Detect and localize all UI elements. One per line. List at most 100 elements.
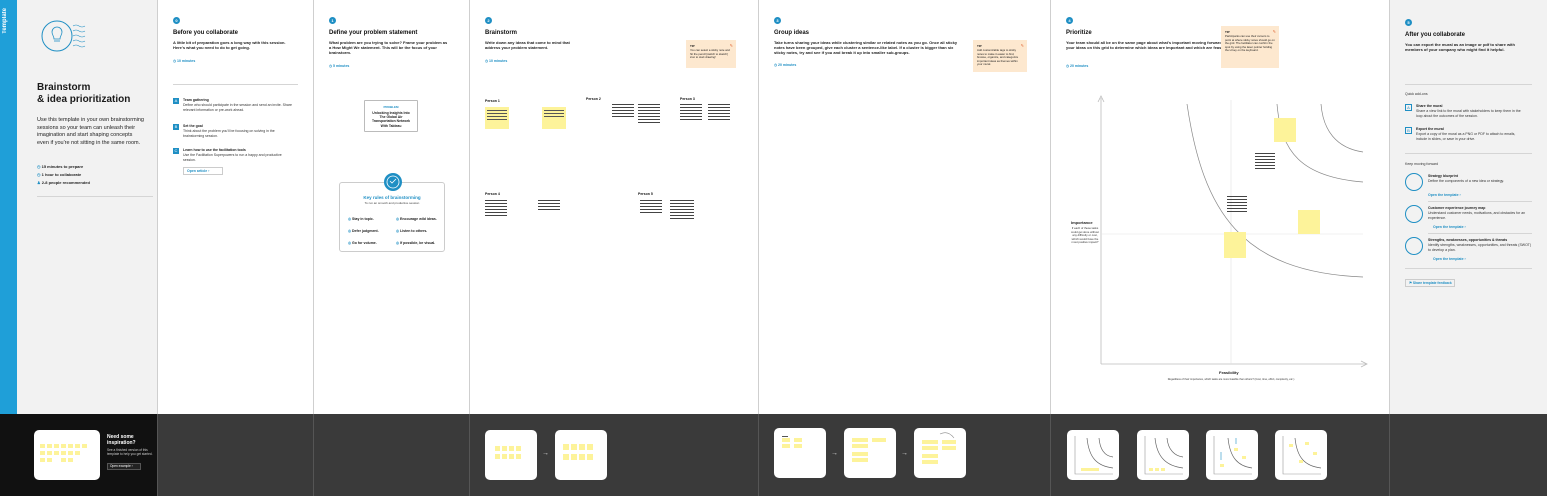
addon-a-badge: A	[1405, 104, 1412, 111]
open-template-link-1[interactable]: Open the template ›	[1428, 193, 1461, 197]
sticky-note[interactable]	[542, 107, 566, 129]
step-c-title: Learn how to use the facilitation tools	[183, 148, 246, 152]
rule-item: ◎ Defer judgment.	[348, 225, 379, 237]
idea-text	[612, 104, 634, 119]
step-a-text: Define who should participate in the ses…	[183, 103, 292, 112]
rule-item: ◎ If possible, be visual.	[396, 237, 437, 249]
intro-frame[interactable]: Brainstorm & idea prioritization Use thi…	[17, 0, 158, 414]
tip-note[interactable]: TIP Add customizable tags to sticky note…	[973, 40, 1027, 72]
prioritize-frame[interactable]: 4 Prioritize Your team should all be on …	[1051, 0, 1390, 414]
addon-b-badge: B	[1405, 127, 1412, 134]
rule-text: Go for volume.	[352, 241, 377, 245]
rule-text: Stay in topic.	[352, 217, 374, 221]
step-number: 0	[173, 17, 180, 24]
brainstorm-thumb-1	[485, 430, 537, 480]
person-label: Person 1	[485, 99, 500, 103]
template-strip: Template	[0, 0, 17, 414]
open-example-button[interactable]: Open example ›	[107, 463, 141, 470]
rule-item: ◎ Go for volume.	[348, 237, 379, 249]
problem-statement-card[interactable]: PROBLEM Unlocking Insights Into The Glob…	[364, 100, 418, 132]
tip-text: Add customizable tags to sticky notes to…	[977, 48, 1019, 66]
time-estimate: ◷ 10 minutes	[173, 59, 195, 63]
group-thumb-2	[844, 428, 896, 478]
open-article-label: Open article	[187, 169, 208, 173]
frame-description: Take turns sharing your ideas while clus…	[774, 40, 958, 55]
x-axis-label: Feasibility	[1219, 370, 1239, 375]
idea-text	[538, 200, 560, 212]
rule-text: Listen to others.	[400, 229, 428, 233]
arrow-right-icon: →	[901, 450, 908, 457]
open-template-label: Open the template	[1428, 193, 1459, 197]
define-frame[interactable]: 1 Define your problem statement What pro…	[314, 0, 470, 414]
step-c-badge: C	[173, 148, 179, 154]
pencil-icon: ✎	[729, 43, 733, 48]
rule-text: If possible, be visual.	[400, 241, 436, 245]
lightbulb-icon	[37, 18, 87, 54]
prioritize-thumb-1	[1067, 430, 1119, 480]
open-template-label: Open the template	[1433, 225, 1464, 229]
share-feedback-label: Share template feedback	[1412, 281, 1452, 285]
tip-note[interactable]: TIP Participants can use their cursors t…	[1221, 26, 1279, 68]
after-frame[interactable]: 5 After you collaborate You can export t…	[1390, 0, 1547, 414]
before-bottom	[158, 414, 314, 496]
priority-grid[interactable]	[1091, 92, 1371, 382]
open-template-link-3[interactable]: Open the template ›	[1433, 257, 1466, 261]
problem-card-text: Unlocking Insights Into The Global Air T…	[371, 111, 411, 128]
thumb-stickies	[40, 444, 94, 468]
step-number: 1	[329, 17, 336, 24]
step-number: 4	[1066, 17, 1073, 24]
sticky-note[interactable]	[485, 107, 509, 129]
time-estimate: ◷ 20 minutes	[1066, 64, 1088, 68]
frame-title: After you collaborate	[1405, 32, 1466, 38]
frame-title: Group ideas	[774, 30, 810, 36]
frame-title: Before you collaborate	[173, 30, 239, 36]
mural-board: Template Brainstorm & idea prioritizatio…	[0, 0, 1547, 496]
meta-people: ♟ 2-8 people recommended	[37, 179, 90, 187]
divider	[1428, 201, 1532, 202]
rules-list-left: ◎ Stay in topic. ◎ Defer judgment. ◎ Go …	[348, 213, 379, 249]
addon-b-title: Export the mural	[1416, 127, 1444, 131]
open-article-button[interactable]: Open article ›	[183, 167, 223, 175]
idea-text	[485, 200, 507, 218]
arrow-right-icon: →	[831, 450, 838, 457]
open-template-link-2[interactable]: Open the template ›	[1433, 225, 1466, 229]
time-text: 10 minutes	[177, 59, 196, 63]
template-1-text: Define the components of a new idea or s…	[1428, 179, 1505, 183]
promo-title: Need some inspiration?	[107, 434, 136, 446]
prioritize-thumb-3	[1206, 430, 1258, 480]
tip-note[interactable]: TIP You can select a sticky note and hit…	[686, 40, 736, 68]
arrow-right-icon: ›	[131, 464, 133, 468]
divider	[173, 84, 298, 85]
step-a-badge: A	[173, 98, 179, 104]
meta-prepare-text: 15 minutes to prepare	[41, 164, 84, 169]
share-feedback-button[interactable]: ⚑ Share template feedback	[1405, 279, 1455, 287]
step-b-badge: B	[173, 124, 179, 130]
prioritize-thumb-4	[1275, 430, 1327, 480]
time-estimate: ◷ 10 minutes	[485, 59, 507, 63]
template-2-title: Customer experience journey map	[1428, 206, 1486, 210]
time-text: 10 minutes	[489, 59, 508, 63]
step-c-text: Use the Facilitation Superpowers to run …	[183, 153, 282, 162]
x-axis-description: Regardless of their importance, which ta…	[1167, 378, 1295, 381]
template-3-text: Identify strengths, weaknesses, opportun…	[1428, 243, 1532, 252]
example-thumbnail[interactable]	[34, 430, 100, 480]
rules-list-right: ◎ Encourage wild ideas. ◎ Listen to othe…	[396, 213, 437, 249]
person-label: Person 2	[586, 97, 601, 101]
before-frame[interactable]: 0 Before you collaborate A little bit of…	[158, 0, 314, 414]
prioritize-bottom	[1051, 414, 1390, 496]
addon-a-text: Share a view link to the mural with stak…	[1416, 109, 1521, 118]
rules-subtitle: To run an smooth and productive session	[364, 201, 420, 205]
rule-item: ◎ Encourage wild ideas.	[396, 213, 437, 225]
brainstorm-frame[interactable]: 2 Brainstorm Write down any ideas that c…	[470, 0, 759, 414]
idea-text	[670, 200, 694, 221]
keep-moving-heading: Keep moving forward	[1405, 162, 1439, 166]
blueprint-icon	[1405, 173, 1423, 191]
frame-title: Brainstorm	[485, 30, 518, 36]
journey-map-icon	[1405, 205, 1423, 223]
template-3-title: Strengths, weaknesses, opportunities & t…	[1428, 238, 1508, 242]
frame-description: Your team should all be on the same page…	[1066, 40, 1235, 50]
addon-a-title: Share the mural	[1416, 104, 1443, 108]
idea-text	[638, 104, 660, 125]
group-frame[interactable]: 3 Group ideas Take turns sharing your id…	[759, 0, 1051, 414]
tip-text: You can select a sticky note and hit the…	[690, 48, 730, 59]
